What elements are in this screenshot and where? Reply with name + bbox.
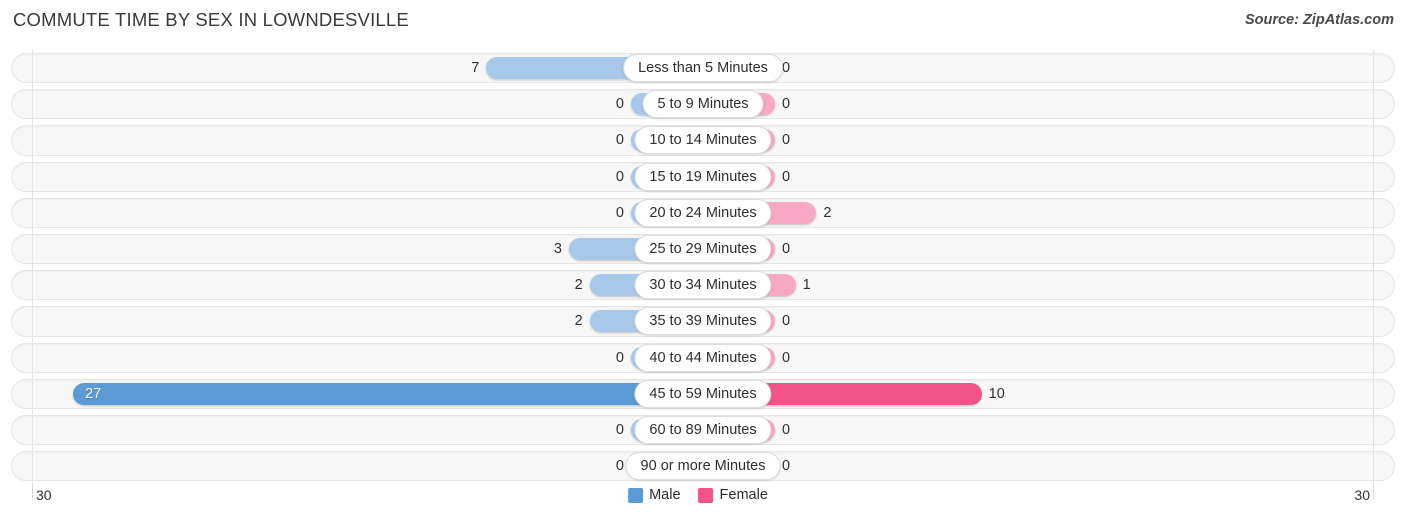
legend-item-male[interactable]: Male: [628, 487, 681, 503]
category-label-pill[interactable]: 30 to 34 Minutes: [634, 271, 772, 300]
legend-label-female: Female: [719, 487, 768, 503]
value-label-male: 0: [615, 458, 624, 475]
value-label-male: 7: [471, 60, 480, 76]
chart-row: 0 0 15 to 19 Minutes: [0, 158, 1406, 195]
value-label-male: 2: [574, 277, 583, 294]
chart-row: 2 1 30 to 34 Minutes: [0, 267, 1406, 304]
category-label-pill[interactable]: 5 to 9 Minutes: [642, 90, 764, 119]
legend-label-male: Male: [649, 487, 681, 503]
value-label-male: 0: [615, 349, 624, 366]
chart-row: 2 0 35 to 39 Minutes: [0, 303, 1406, 340]
axis-tick-left: [32, 484, 33, 500]
category-label-pill[interactable]: 90 or more Minutes: [625, 452, 781, 481]
chart-row: 0 2 20 to 24 Minutes: [0, 194, 1406, 231]
chart-row: 0 0 40 to 44 Minutes: [0, 339, 1406, 376]
axis-tick-right: [1373, 484, 1374, 500]
category-label-pill[interactable]: 45 to 59 Minutes: [634, 379, 772, 408]
value-label-female: 0: [782, 132, 791, 149]
chart-legend: Male Female: [628, 487, 778, 503]
chart-footer: 30 30 Male Female: [0, 484, 1406, 522]
category-label-pill[interactable]: 15 to 19 Minutes: [634, 162, 772, 191]
value-label-male: 2: [574, 313, 583, 330]
value-label-male: 0: [615, 132, 624, 149]
value-label-female: 0: [782, 349, 791, 366]
category-label-pill[interactable]: 25 to 29 Minutes: [634, 234, 772, 263]
value-label-male: 0: [615, 421, 624, 438]
chart-row: 0 0 10 to 14 Minutes: [0, 122, 1406, 159]
value-label-female: 2: [823, 204, 832, 221]
chart-row: 0 0 5 to 9 Minutes: [0, 86, 1406, 123]
chart-row: 0 0 90 or more Minutes: [0, 448, 1406, 485]
value-label-male: 0: [615, 204, 624, 221]
value-label-female: 0: [782, 96, 791, 113]
legend-item-female[interactable]: Female: [698, 487, 768, 503]
category-label-pill[interactable]: Less than 5 Minutes: [623, 54, 783, 82]
category-label-pill[interactable]: 20 to 24 Minutes: [634, 198, 772, 227]
chart-plot-area: 7 0 Less than 5 Minutes 0 0 5 to 9 Minutes 0 0 1…: [0, 50, 1406, 485]
source-attribution: Source: ZipAtlas.com: [1244, 12, 1394, 28]
chart-page: COMMUTE TIME BY SEX IN LOWNDESVILLE Sour…: [0, 0, 1406, 522]
chart-row: 7 0 Less than 5 Minutes: [0, 50, 1406, 87]
page-title: COMMUTE TIME BY SEX IN LOWNDESVILLE: [13, 9, 409, 30]
chart-row: 27 10 45 to 59 Minutes: [0, 375, 1406, 412]
category-label-pill[interactable]: 60 to 89 Minutes: [634, 415, 772, 444]
category-label-pill[interactable]: 10 to 14 Minutes: [634, 126, 772, 155]
axis-label-right: 30: [1354, 487, 1370, 503]
value-label-male: 0: [615, 96, 624, 113]
axis-label-left: 30: [36, 487, 52, 503]
legend-swatch-male-icon: [628, 487, 644, 503]
value-label-female: 10: [988, 385, 1005, 402]
bar-male[interactable]: [73, 382, 703, 405]
chart-row: 0 0 60 to 89 Minutes: [0, 411, 1406, 449]
value-label-female: 0: [782, 240, 791, 257]
value-label-female: 0: [782, 168, 791, 185]
legend-swatch-female-icon: [698, 487, 714, 503]
category-label-pill[interactable]: 40 to 44 Minutes: [634, 343, 772, 372]
chart-row: 3 0 25 to 29 Minutes: [0, 230, 1406, 268]
value-label-male: 0: [615, 168, 624, 185]
value-label-female: 0: [782, 313, 791, 330]
value-label-female: 0: [782, 60, 791, 76]
value-label-female: 1: [802, 277, 811, 294]
value-label-male: 27: [85, 385, 102, 402]
category-label-pill[interactable]: 35 to 39 Minutes: [634, 307, 772, 336]
value-label-female: 0: [782, 421, 791, 438]
value-label-female: 0: [782, 458, 791, 475]
value-label-male: 3: [553, 240, 562, 257]
